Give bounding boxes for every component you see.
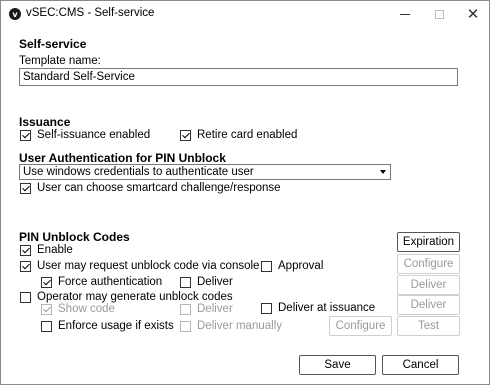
minimize-button[interactable] [389,1,421,27]
save-button[interactable]: Save [299,355,376,375]
approval-checkbox[interactable]: Approval [261,260,323,272]
enforce-usage-label: Enforce usage if exists [58,320,174,332]
checkbox-box[interactable] [41,276,52,288]
enable-checkbox[interactable]: Enable [20,244,73,256]
self-service-heading: Self-service [19,37,87,51]
deliver-button-2-label: Deliver [410,299,447,311]
cancel-button-label: Cancel [402,359,439,371]
self-issuance-label: Self-issuance enabled [37,129,151,141]
configure-button-bottom[interactable]: Configure [329,316,392,336]
checkbox-box[interactable] [180,303,191,315]
test-button[interactable]: Test [397,316,460,336]
deliver-manually-label: Deliver manually [197,320,283,332]
approval-label: Approval [278,260,324,272]
smartcard-label: User can choose smartcard challenge/resp… [37,182,281,194]
checkbox-box[interactable] [20,244,31,256]
auth-method-value: Use windows credentials to authenticate … [23,166,254,178]
maximize-icon [434,9,444,19]
self-issuance-checkbox[interactable]: Self-issuance enabled [20,129,150,141]
self-service-dialog: v vSEC:CMS - Self-service ✕ Self-service… [0,0,490,385]
checkbox-box[interactable] [180,129,191,141]
checkbox-box[interactable] [20,260,31,272]
deliver-label-2: Deliver [197,303,233,315]
checkbox-box[interactable] [20,129,31,141]
checkbox-box[interactable] [20,291,31,303]
chevron-down-icon[interactable] [377,166,389,178]
deliver-at-issuance-label: Deliver at issuance [278,302,376,314]
checkbox-box[interactable] [261,260,272,272]
template-name-label: Template name: [19,55,101,67]
app-logo-icon: v [9,8,21,20]
checkbox-box[interactable] [41,320,52,332]
checkbox-box[interactable] [261,302,272,314]
issuance-heading: Issuance [19,115,71,129]
auth-method-select[interactable]: Use windows credentials to authenticate … [19,164,391,180]
save-button-label: Save [324,359,351,371]
maximize-button[interactable] [423,1,455,27]
deliver-at-issuance-checkbox[interactable]: Deliver at issuance [261,302,375,314]
checkbox-box[interactable] [20,182,31,194]
window-title: vSEC:CMS - Self-service [26,7,155,19]
deliver-checkbox-2[interactable]: Deliver [180,303,233,315]
deliver-button-1-label: Deliver [410,279,447,291]
checkbox-box[interactable] [180,276,191,288]
close-icon: ✕ [466,4,480,23]
test-button-label: Test [417,320,440,332]
deliver-label-1: Deliver [197,276,233,288]
force-auth-checkbox[interactable]: Force authentication [41,276,162,288]
deliver-button-1[interactable]: Deliver [397,275,460,295]
configure-button-top[interactable]: Configure [397,254,460,274]
console-request-checkbox[interactable]: User may request unblock code via consol… [20,260,259,272]
retire-card-label: Retire card enabled [197,129,298,141]
title-bar[interactable]: v vSEC:CMS - Self-service ✕ [1,1,489,27]
enforce-usage-checkbox[interactable]: Enforce usage if exists [41,320,174,332]
minimize-icon [400,13,410,15]
force-auth-label: Force authentication [58,276,163,288]
smartcard-checkbox[interactable]: User can choose smartcard challenge/resp… [20,182,281,194]
operator-generate-checkbox[interactable]: Operator may generate unblock codes [20,291,233,303]
enable-label: Enable [37,244,73,256]
template-name-input[interactable] [19,68,458,86]
configure-button-top-label: Configure [403,258,454,270]
pin-unblock-heading: PIN Unblock Codes [19,230,130,244]
retire-card-checkbox[interactable]: Retire card enabled [180,129,297,141]
show-code-label: Show code [58,303,115,315]
cancel-button[interactable]: Cancel [382,355,459,375]
operator-generate-label: Operator may generate unblock codes [37,291,233,303]
checkbox-box[interactable] [180,320,191,332]
checkbox-box[interactable] [41,303,52,315]
console-request-label: User may request unblock code via consol… [37,260,260,272]
expiration-button[interactable]: Expiration [397,232,460,252]
show-code-checkbox[interactable]: Show code [41,303,115,315]
deliver-manually-checkbox[interactable]: Deliver manually [180,320,282,332]
configure-button-bottom-label: Configure [335,320,386,332]
deliver-button-2[interactable]: Deliver [397,295,460,315]
user-auth-heading: User Authentication for PIN Unblock [19,151,226,165]
close-button[interactable]: ✕ [457,1,489,27]
expiration-button-label: Expiration [402,236,455,248]
deliver-checkbox-1[interactable]: Deliver [180,276,233,288]
